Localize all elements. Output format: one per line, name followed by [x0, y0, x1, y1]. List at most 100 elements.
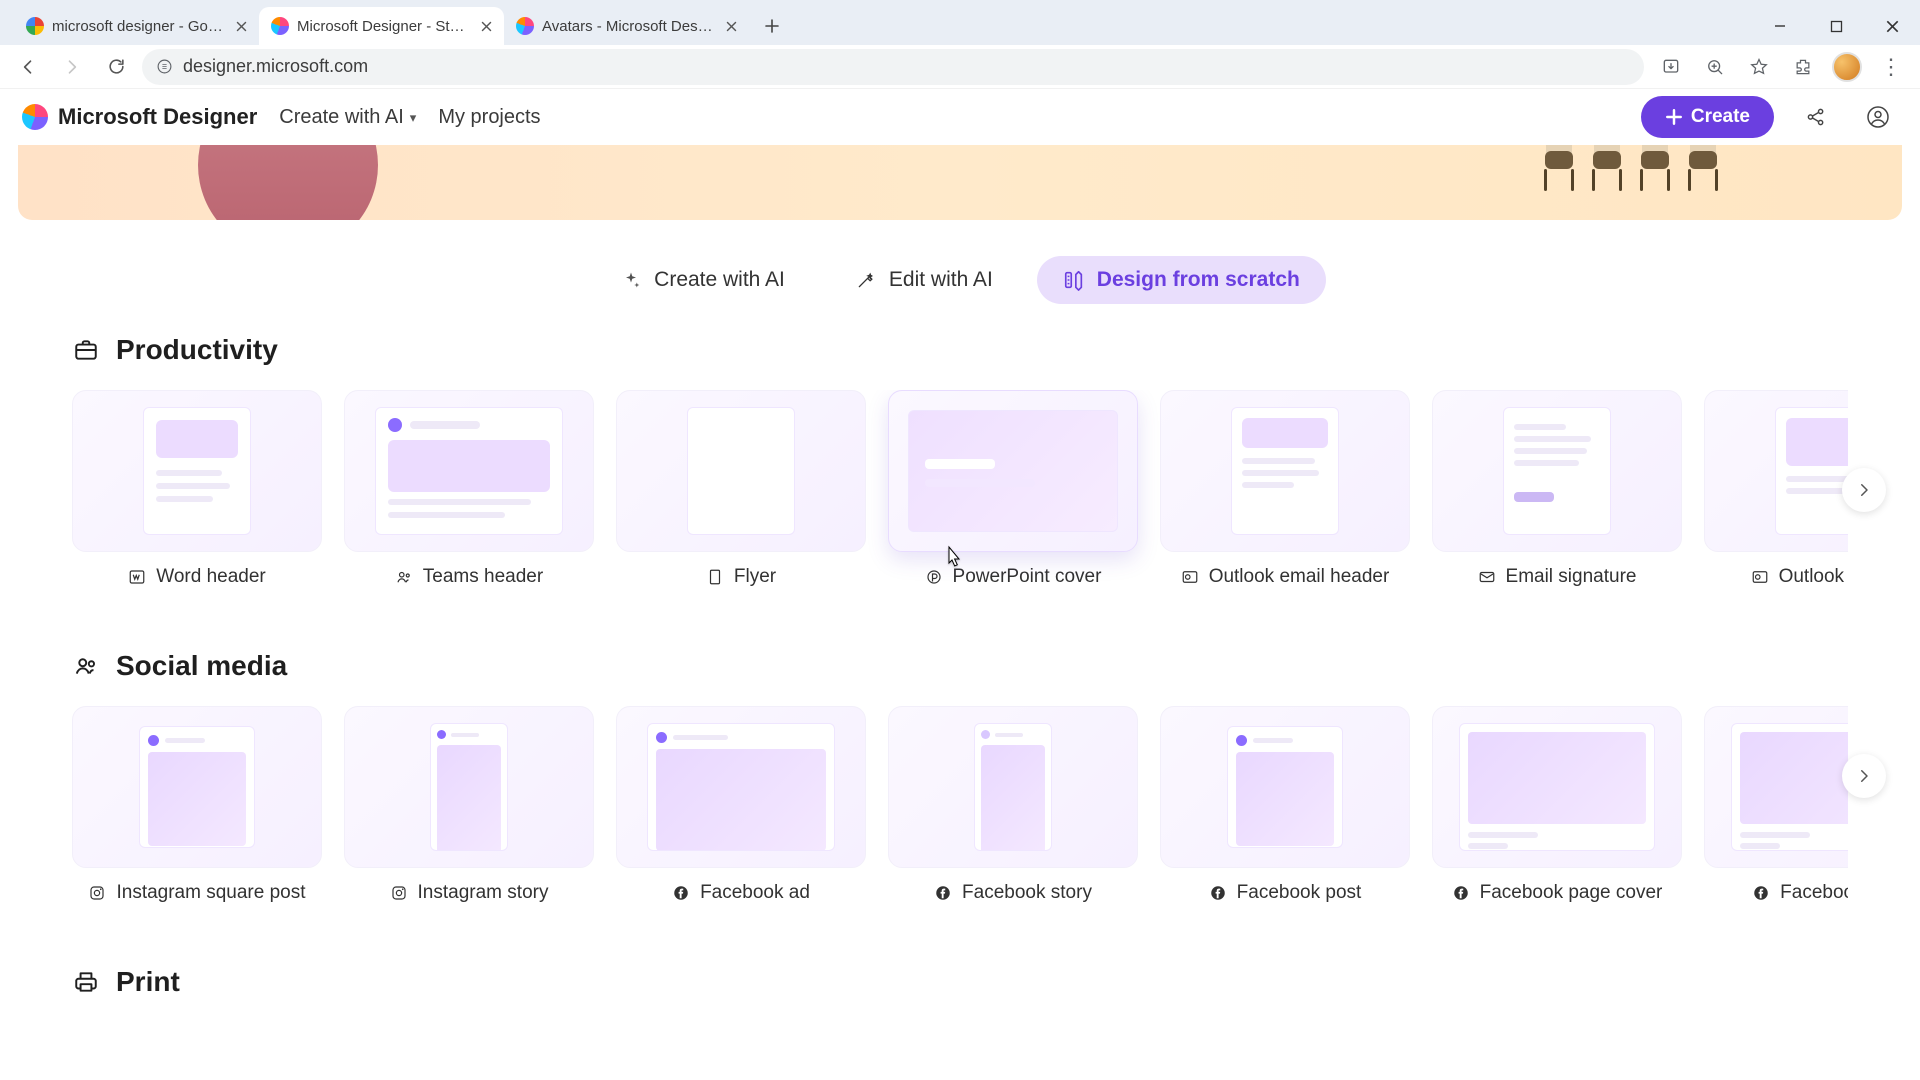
template-facebook-event[interactable]: Facebook ever [1704, 706, 1848, 904]
site-info-icon[interactable] [156, 58, 173, 75]
section-title: Social media [116, 650, 287, 682]
facebook-icon [1452, 884, 1470, 902]
close-icon[interactable] [723, 18, 739, 34]
extensions-icon[interactable] [1784, 48, 1822, 86]
close-icon[interactable] [233, 18, 249, 34]
template-word-header[interactable]: Word header [72, 390, 322, 588]
briefcase-icon [72, 336, 100, 364]
ruler-pencil-icon [1063, 269, 1085, 291]
tab-title: microsoft designer - Google Se [52, 18, 225, 35]
browser-tab-avatars[interactable]: Avatars - Microsoft Designer [504, 7, 749, 45]
template-preview [1704, 706, 1848, 868]
hero-graphic-left [198, 145, 378, 220]
window-maximize-button[interactable] [1808, 7, 1864, 45]
nav-my-projects[interactable]: My projects [438, 106, 540, 129]
template-preview [344, 390, 594, 552]
template-label: Outlook email header [1209, 566, 1390, 588]
install-app-icon[interactable] [1652, 48, 1690, 86]
tab-title: Avatars - Microsoft Designer [542, 18, 715, 35]
mode-label: Edit with AI [889, 268, 993, 292]
template-preview [72, 390, 322, 552]
template-label: Flyer [734, 566, 776, 588]
outlook-icon [1181, 568, 1199, 586]
browser-tab-designer[interactable]: Microsoft Designer - Stunning [259, 7, 504, 45]
mode-create-ai[interactable]: Create with AI [594, 256, 811, 304]
chrome-menu-icon[interactable]: ⋮ [1872, 48, 1910, 86]
productivity-carousel[interactable]: Word header Teams header Flyer PowerPoin… [72, 390, 1848, 588]
template-outlook-header[interactable]: Outlook email header [1160, 390, 1410, 588]
template-instagram-square[interactable]: Instagram square post [72, 706, 322, 904]
template-label: Outlook Eventif [1779, 566, 1848, 588]
nav-label: My projects [438, 106, 540, 129]
template-facebook-post[interactable]: Facebook post [1160, 706, 1410, 904]
section-social: Social media Instagram square post Insta… [0, 650, 1920, 904]
mail-icon [1478, 568, 1496, 586]
template-preview [1160, 390, 1410, 552]
plus-icon [1665, 108, 1683, 126]
template-preview [1160, 706, 1410, 868]
profile-avatar[interactable] [1828, 48, 1866, 86]
facebook-icon [1209, 884, 1227, 902]
window-controls [1752, 7, 1920, 45]
template-facebook-story[interactable]: Facebook story [888, 706, 1138, 904]
app-viewport: Microsoft Designer Create with AI ▾ My p… [0, 89, 1920, 1080]
mode-edit-ai[interactable]: Edit with AI [829, 256, 1019, 304]
template-email-signature[interactable]: Email signature [1432, 390, 1682, 588]
template-label: Facebook story [962, 882, 1092, 904]
close-icon[interactable] [478, 18, 494, 34]
app-header: Microsoft Designer Create with AI ▾ My p… [0, 89, 1920, 145]
forward-button[interactable] [54, 49, 90, 85]
template-powerpoint-cover[interactable]: PowerPoint cover [888, 390, 1138, 588]
brand[interactable]: Microsoft Designer [22, 104, 257, 130]
template-instagram-story[interactable]: Instagram story [344, 706, 594, 904]
template-label: Facebook page cover [1480, 882, 1663, 904]
outlook-icon [1751, 568, 1769, 586]
people-icon [72, 652, 100, 680]
template-label: Instagram square post [116, 882, 305, 904]
facebook-icon [934, 884, 952, 902]
template-preview [1432, 706, 1682, 868]
facebook-icon [672, 884, 690, 902]
social-carousel[interactable]: Instagram square post Instagram story Fa… [72, 706, 1848, 904]
address-bar[interactable]: designer.microsoft.com [142, 49, 1644, 85]
template-facebook-page-cover[interactable]: Facebook page cover [1432, 706, 1682, 904]
create-button[interactable]: Create [1641, 96, 1774, 138]
account-icon[interactable] [1858, 97, 1898, 137]
browser-titlebar: microsoft designer - Google Se Microsoft… [0, 0, 1920, 45]
bookmark-icon[interactable] [1740, 48, 1778, 86]
brand-name: Microsoft Designer [58, 104, 257, 130]
favicon-designer [516, 17, 534, 35]
carousel-next-button[interactable] [1842, 754, 1886, 798]
new-tab-button[interactable] [755, 9, 789, 43]
template-preview [616, 390, 866, 552]
favicon-designer [271, 17, 289, 35]
instagram-icon [88, 884, 106, 902]
template-label: Facebook ad [700, 882, 810, 904]
template-flyer[interactable]: Flyer [616, 390, 866, 588]
reload-button[interactable] [98, 49, 134, 85]
carousel-next-button[interactable] [1842, 468, 1886, 512]
template-label: Email signature [1506, 566, 1637, 588]
back-button[interactable] [10, 49, 46, 85]
window-close-button[interactable] [1864, 7, 1920, 45]
template-teams-header[interactable]: Teams header [344, 390, 594, 588]
browser-tab-google[interactable]: microsoft designer - Google Se [14, 7, 259, 45]
window-minimize-button[interactable] [1752, 7, 1808, 45]
teams-icon [395, 568, 413, 586]
instagram-icon [390, 884, 408, 902]
zoom-icon[interactable] [1696, 48, 1734, 86]
designer-logo-icon [22, 104, 48, 130]
favicon-google [26, 17, 44, 35]
section-title: Print [116, 966, 180, 998]
mode-design-scratch[interactable]: Design from scratch [1037, 256, 1326, 304]
url-text: designer.microsoft.com [183, 56, 1630, 77]
share-icon[interactable] [1796, 97, 1836, 137]
tab-strip: microsoft designer - Google Se Microsoft… [0, 0, 793, 45]
template-facebook-ad[interactable]: Facebook ad [616, 706, 866, 904]
section-print: Print [0, 966, 1920, 998]
template-outlook-eventify[interactable]: Outlook Eventif [1704, 390, 1848, 588]
word-icon [128, 568, 146, 586]
mode-label: Design from scratch [1097, 268, 1300, 292]
nav-create-with-ai[interactable]: Create with AI ▾ [279, 106, 416, 129]
template-preview [616, 706, 866, 868]
